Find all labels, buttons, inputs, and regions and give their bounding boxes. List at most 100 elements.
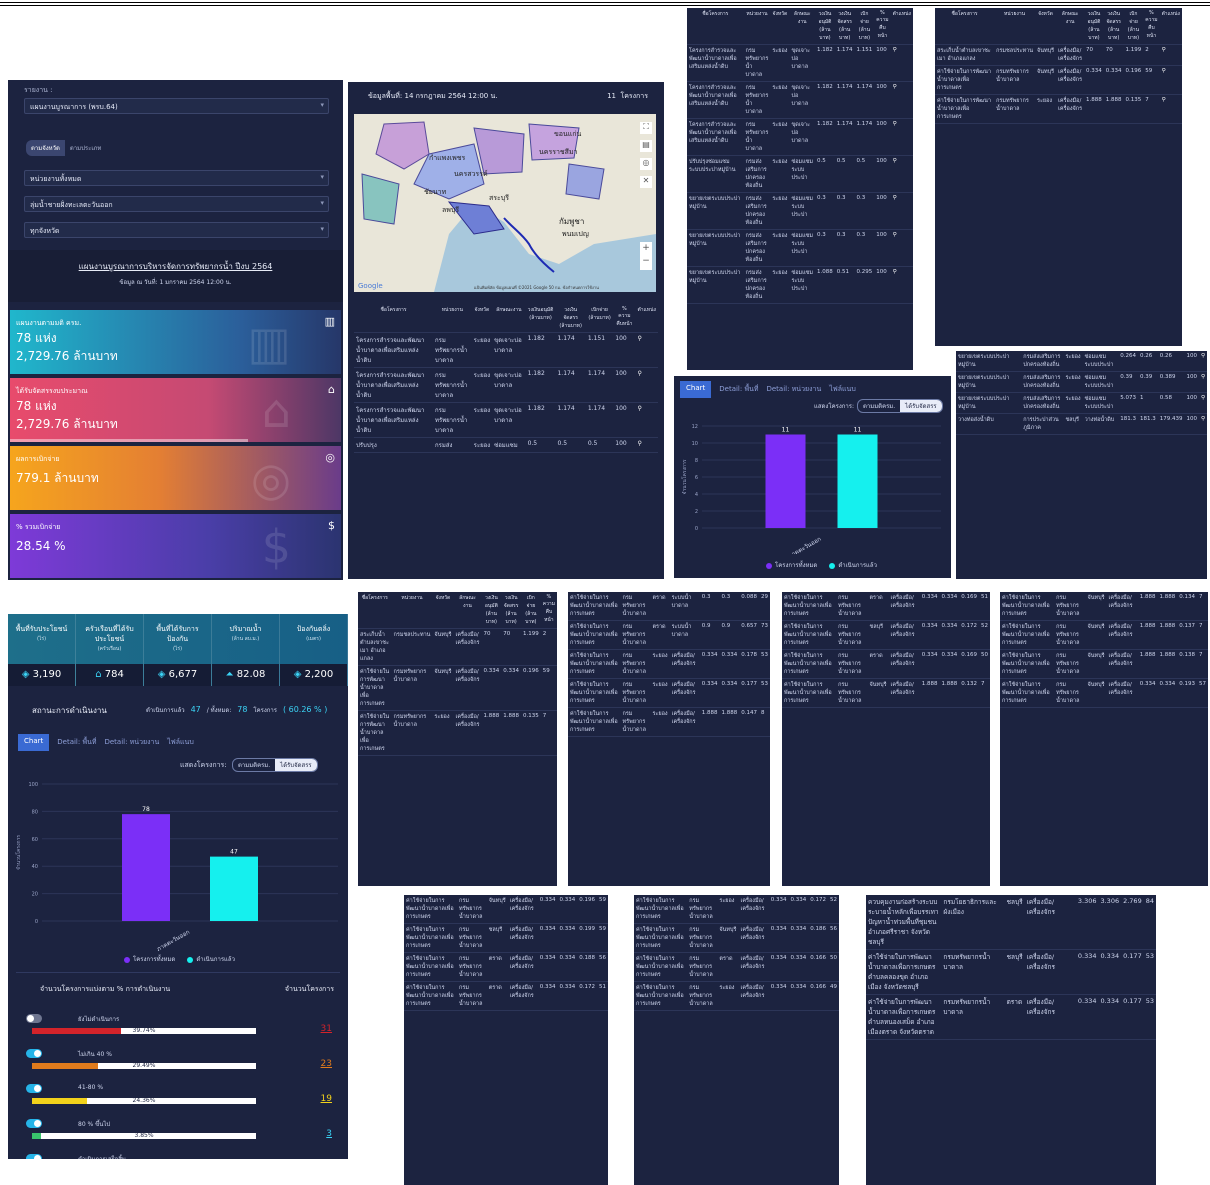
- table-row[interactable]: ค่าใช้จ่ายในการพัฒนาน้ำบาดาลเพื่อการเกษต…: [782, 620, 990, 650]
- progress-toggle[interactable]: [26, 1119, 42, 1128]
- table-row[interactable]: ค่าใช้จ่ายในการพัฒนาน้ำบาดาลเพื่อการเกษต…: [1000, 620, 1208, 650]
- map-pin-icon[interactable]: ⚲: [635, 367, 658, 403]
- progress-toggle[interactable]: [26, 1154, 42, 1159]
- table-row[interactable]: สระเก็บน้ำตำบลเขาชะเมา อำเภอแกลง กรมชลประ…: [935, 44, 1182, 66]
- map-pin-icon[interactable]: ⚲: [1198, 392, 1207, 414]
- show-projects-segment[interactable]: ตามมติครม. ได้รับจัดสรร: [857, 399, 943, 413]
- table-row[interactable]: ค่าใช้จ่ายในการพัฒนาน้ำบาดาลเพื่อการเกษต…: [634, 895, 839, 924]
- table-header-cell[interactable]: ลักษณะงาน: [492, 304, 526, 333]
- table-header-cell[interactable]: วงเงินจัดสรร (ล้านบาท): [501, 592, 521, 629]
- table-row[interactable]: โครงการสำรวจและพัฒนาน้ำบาดาลเพื่อเสริมแห…: [354, 402, 658, 438]
- map-pin-icon[interactable]: ⚲: [890, 266, 913, 304]
- target-icon[interactable]: ◎: [640, 158, 652, 170]
- table-row[interactable]: ค่าใช้จ่ายในการพัฒนาน้ำบาดาลเพื่อการเกษต…: [634, 923, 839, 953]
- bar-total[interactable]: [765, 434, 806, 529]
- progress-toggle[interactable]: [26, 1084, 42, 1093]
- table-row[interactable]: โครงการสำรวจและพัฒนาน้ำบาดาลเพื่อเสริมแห…: [687, 44, 913, 82]
- table-row[interactable]: ค่าใช้จ่ายในการพัฒนาน้ำบาดาลเพื่อการเกษต…: [568, 649, 770, 679]
- bar-done[interactable]: [210, 856, 258, 921]
- table-header-cell[interactable]: หน่วยงาน: [433, 304, 472, 333]
- table-header-cell[interactable]: ตำแหน่ง: [890, 8, 913, 45]
- map-pin-icon[interactable]: ⚲: [635, 402, 658, 438]
- tab-attachments[interactable]: ไฟล์แนบ: [829, 381, 856, 398]
- table-row[interactable]: ค่าใช้จ่ายในการพัฒนาน้ำบาดาลเพื่อการเกษต…: [782, 592, 990, 621]
- map-pin-icon[interactable]: ⚲: [635, 437, 658, 453]
- table-row[interactable]: ปรับปรุงซ่อมแซมระบบประปาหมู่บ้าน กรมส่งเส…: [687, 155, 913, 193]
- table-row[interactable]: ค่าใช้จ่ายในการพัฒนาน้ำบาดาลเพื่อการเกษต…: [935, 94, 1182, 124]
- table-header-cell[interactable]: % ความคืบหน้า: [613, 304, 636, 333]
- table-header-cell[interactable]: ตำแหน่ง: [1159, 8, 1182, 45]
- table-header-cell[interactable]: หน่วยงาน: [994, 8, 1035, 45]
- bar-done[interactable]: [837, 434, 878, 529]
- seg-allocated[interactable]: ได้รับจัดสรร: [900, 400, 942, 412]
- province-select[interactable]: ทุกจังหวัด: [24, 222, 329, 238]
- map-pin-icon[interactable]: ⚲: [890, 118, 913, 156]
- table-row[interactable]: ค่าใช้จ่ายในการพัฒนาน้ำบาดาลเพื่อการเกษต…: [404, 952, 608, 982]
- tab-detail-agency[interactable]: Detail: หน่วยงาน: [766, 381, 821, 398]
- table-row[interactable]: ขยายเขตระบบประปาหมู่บ้าน กรมส่งเสริมการปก…: [687, 266, 913, 304]
- seg-allocated[interactable]: ได้รับจัดสรร: [275, 759, 317, 771]
- table-header-cell[interactable]: จังหวัด: [432, 592, 454, 629]
- table-row[interactable]: ค่าใช้จ่ายในการพัฒนาน้ำบาดาลเพื่อการเกษต…: [568, 592, 770, 621]
- seg-cabinet[interactable]: ตามมติครม.: [858, 400, 900, 412]
- map-pin-icon[interactable]: ⚲: [1159, 65, 1182, 95]
- table-row[interactable]: ค่าใช้จ่ายในการพัฒนาน้ำบาดาลเพื่อการเกษต…: [782, 678, 990, 708]
- toggle-by-province[interactable]: ตามจังหวัด: [26, 140, 65, 156]
- table-header-cell[interactable]: จังหวัด: [471, 304, 493, 333]
- tab-detail-agency[interactable]: Detail: หน่วยงาน: [104, 734, 159, 751]
- table-header-cell[interactable]: ชื่อโครงการ: [687, 8, 744, 45]
- toggle-by-type[interactable]: ตามประเภท: [65, 140, 106, 156]
- tab-chart[interactable]: Chart: [18, 734, 50, 751]
- table-row[interactable]: วางท่อส่งน้ำดิบ การประปาส่วนภูมิภาค ชลบุรี…: [956, 413, 1207, 435]
- table-header-cell[interactable]: เบิกจ่าย (ล้านบาท): [520, 592, 541, 629]
- table-row[interactable]: ขยายเขตระบบประปาหมู่บ้าน กรมส่งเสริมการปก…: [687, 229, 913, 267]
- map-pin-icon[interactable]: ⚲: [1198, 371, 1207, 393]
- tab-attachments[interactable]: ไฟล์แนบ: [167, 734, 194, 751]
- agency-select[interactable]: หน่วยงานทั้งหมด: [24, 170, 329, 186]
- table-row[interactable]: ค่าใช้จ่ายในการพัฒนาน้ำบาดาลเพื่อการเกษต…: [358, 710, 557, 756]
- table-row[interactable]: ค่าใช้จ่ายในการพัฒนาน้ำบาดาลเพื่อการเกษต…: [404, 923, 608, 953]
- layers-icon[interactable]: ▤: [640, 140, 652, 152]
- show-projects-segment[interactable]: ตามมติครม. ได้รับจัดสรร: [232, 758, 318, 772]
- table-row[interactable]: ค่าใช้จ่ายในการพัฒนาน้ำบาดาลเพื่อการเกษต…: [404, 981, 608, 1011]
- table-header-cell[interactable]: % ความคืบหน้า: [874, 8, 891, 45]
- table-row[interactable]: ค่าใช้จ่ายในการพัฒนาน้ำบาดาลเพื่อการเกษต…: [634, 981, 839, 1011]
- table-row[interactable]: ค่าใช้จ่ายในการพัฒนาน้ำบาดาลเพื่อการเกษต…: [1000, 649, 1208, 679]
- progress-count[interactable]: 31: [321, 1024, 332, 1034]
- table-header-cell[interactable]: วงเงินอนุมัติ (ล้านบาท): [525, 304, 556, 333]
- map-pin-icon[interactable]: ⚲: [1198, 351, 1207, 372]
- table-row[interactable]: ค่าใช้จ่ายในการพัฒนาน้ำบาดาลเพื่อการเกษต…: [568, 707, 770, 737]
- table-header-cell[interactable]: เบิกจ่าย (ล้านบาท): [854, 8, 875, 45]
- map-pin-icon[interactable]: ⚲: [890, 155, 913, 193]
- table-row[interactable]: ค่าใช้จ่ายในการพัฒนาน้ำบาดาลเพื่อการเกษต…: [935, 65, 1182, 95]
- table-row[interactable]: ค่าใช้จ่ายในการพัฒนาน้ำบาดาลเพื่อการเกษต…: [634, 952, 839, 982]
- table-header-cell[interactable]: % ความคืบหน้า: [1143, 8, 1160, 45]
- table-row[interactable]: ควบคุมงานก่อสร้างระบบระบายน้ำหลักเพื่อบร…: [866, 895, 1156, 950]
- table-row[interactable]: ปรับปรุง กรมส่ง ระยอง ซ่อมแซม 0.5 0.5 0.5 100 ⚲: [354, 437, 658, 453]
- table-header-cell[interactable]: ลักษณะงาน: [1056, 8, 1085, 45]
- table-header-cell[interactable]: วงเงินจัดสรร (ล้านบาท): [555, 304, 586, 333]
- table-row[interactable]: ค่าใช้จ่ายในการพัฒนาน้ำบาดาลเพื่อการเกษต…: [568, 620, 770, 650]
- table-header-cell[interactable]: หน่วยงาน: [391, 592, 433, 629]
- report-select[interactable]: แผนงานบูรณาการ (พรบ.64): [24, 98, 329, 114]
- progress-count[interactable]: 19: [321, 1094, 332, 1104]
- table-row[interactable]: ค่าใช้จ่ายในการพัฒนาน้ำบาดาลเพื่อการเกษต…: [782, 649, 990, 679]
- tab-chart[interactable]: Chart: [680, 381, 712, 398]
- map-pin-icon[interactable]: ⚲: [1159, 44, 1182, 66]
- table-row[interactable]: โครงการสำรวจและพัฒนาน้ำบาดาลเพื่อเสริมแห…: [354, 367, 658, 403]
- table-header-cell[interactable]: ชื่อโครงการ: [354, 304, 434, 333]
- table-header-cell[interactable]: ชื่อโครงการ: [935, 8, 995, 45]
- progress-count[interactable]: 3: [326, 1129, 332, 1139]
- map-view[interactable]: กำแพงเพชร นครสวรรค์ ชัยนาท นครราชสีมา ขอ…: [354, 114, 656, 292]
- table-header-cell[interactable]: ชื่อโครงการ: [358, 592, 392, 629]
- view-toggle[interactable]: ตามจังหวัด ตามประเภท: [26, 140, 106, 156]
- table-row[interactable]: สระเก็บน้ำตำบลเขาชะเมา อำเภอแกลง กรมชลประ…: [358, 628, 557, 666]
- map-pin-icon[interactable]: ⚲: [1198, 413, 1207, 435]
- map-pin-icon[interactable]: ⚲: [1159, 94, 1182, 124]
- table-row[interactable]: ขยายเขตระบบประปาหมู่บ้าน กรมส่งเสริมการปก…: [687, 192, 913, 230]
- table-header-cell[interactable]: วงเงินอนุมัติ (ล้านบาท): [815, 8, 835, 45]
- table-header-cell[interactable]: ลักษณะงาน: [789, 8, 816, 45]
- table-row[interactable]: ค่าใช้จ่ายในการพัฒนาน้ำบาดาลเพื่อการเกษต…: [358, 665, 557, 711]
- table-header-cell[interactable]: วงเงินอนุมัติ (ล้านบาท): [1084, 8, 1104, 45]
- table-row[interactable]: ค่าใช้จ่ายในการพัฒนาน้ำบาดาลเพื่อการเกษต…: [866, 994, 1156, 1040]
